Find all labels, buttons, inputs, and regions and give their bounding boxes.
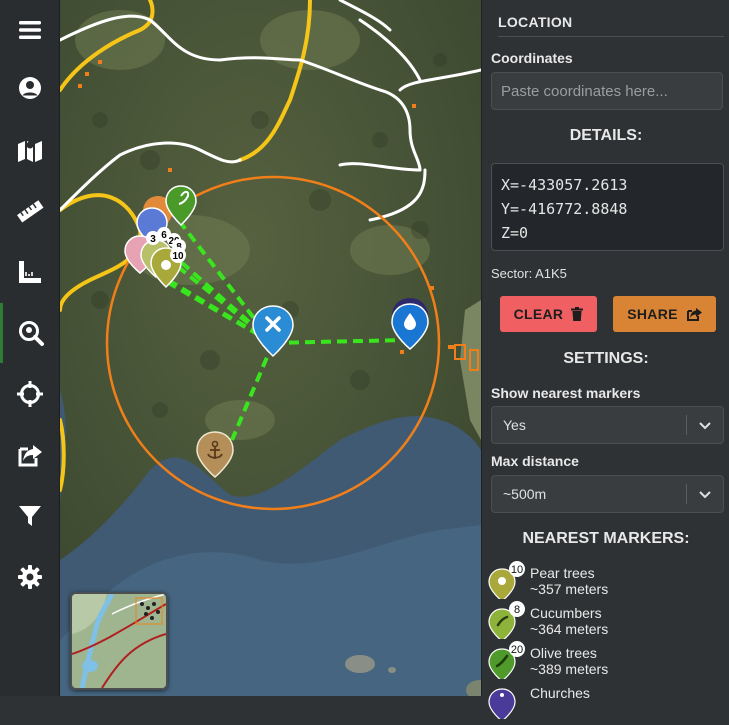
gear-icon xyxy=(17,565,42,589)
cucumber-icon: 8 xyxy=(488,601,525,639)
location-panel: LOCATION Coordinates DETAILS: X=-433057.… xyxy=(481,0,729,719)
nearest-marker-name: Cucumbers xyxy=(530,605,602,621)
ruler-icon xyxy=(16,200,44,223)
svg-text:20: 20 xyxy=(511,644,523,656)
clear-button[interactable]: CLEAR xyxy=(500,296,597,332)
coordinates-input[interactable] xyxy=(491,72,723,110)
minimap[interactable] xyxy=(70,592,168,690)
share-icon xyxy=(686,308,702,321)
crosshair-button[interactable] xyxy=(0,364,59,424)
location-heading: LOCATION xyxy=(498,14,724,37)
share-button-label: SHARE xyxy=(627,306,678,322)
menu-icon xyxy=(18,21,41,39)
show-nearest-select[interactable]: Yes xyxy=(491,406,724,444)
max-distance-select[interactable]: ~500m xyxy=(491,475,724,513)
filter-icon xyxy=(18,506,41,526)
chevron-down-icon xyxy=(699,491,711,499)
nearest-marker-name: Pear trees xyxy=(530,565,595,581)
crosshairs-icon xyxy=(16,381,43,407)
nearest-marker-distance: ~364 meters xyxy=(530,621,609,637)
map-icon xyxy=(17,141,42,162)
nearest-marker-name: Olive trees xyxy=(530,645,597,661)
user-icon xyxy=(18,77,41,99)
cluster-count-label: 3 xyxy=(150,234,156,245)
measure-angle-icon xyxy=(18,261,41,283)
map-button[interactable] xyxy=(0,120,59,180)
details-title: DETAILS: xyxy=(569,127,643,144)
svg-text:10: 10 xyxy=(511,564,523,576)
locate-button[interactable] xyxy=(0,303,59,363)
share-button[interactable]: SHARE xyxy=(613,296,716,332)
chevron-down-icon xyxy=(699,422,711,430)
sector-label: Sector: A1K5 xyxy=(491,266,567,281)
olive-icon: 20 xyxy=(488,641,525,679)
nearest-marker-item[interactable]: Churches xyxy=(482,685,729,725)
map-view[interactable]: 3 6 20 8 10 xyxy=(60,0,481,696)
cluster-count-label: 10 xyxy=(172,251,184,262)
menu-button[interactable] xyxy=(0,0,59,60)
clear-button-label: CLEAR xyxy=(513,306,564,322)
settings-button[interactable] xyxy=(0,547,59,607)
show-nearest-value: Yes xyxy=(503,417,526,433)
nearest-marker-distance: ~357 meters xyxy=(530,581,609,597)
show-nearest-label: Show nearest markers xyxy=(491,385,641,401)
svg-text:8: 8 xyxy=(514,604,520,616)
ruler-button[interactable] xyxy=(0,181,59,241)
settings-title: SETTINGS: xyxy=(563,350,649,367)
share-map-button[interactable] xyxy=(0,425,59,485)
pear-icon: 10 xyxy=(488,561,525,599)
left-toolbar xyxy=(0,0,60,696)
area-measure-button[interactable] xyxy=(0,242,59,302)
max-distance-value: ~500m xyxy=(503,486,547,502)
share-icon xyxy=(18,445,42,467)
z-coordinate: Z=0 xyxy=(501,224,529,242)
filter-button[interactable] xyxy=(0,486,59,546)
x-coordinate: X=-433057.2613 xyxy=(501,176,628,194)
search-location-icon xyxy=(19,321,44,346)
church-icon xyxy=(488,688,516,719)
nearest-markers-title: NEAREST MARKERS: xyxy=(522,530,690,547)
nearest-marker-name: Churches xyxy=(530,685,590,701)
account-button[interactable] xyxy=(0,58,59,118)
coordinates-label: Coordinates xyxy=(491,50,573,66)
coordinates-details[interactable]: X=-433057.2613 Y=-416772.8848 Z=0 xyxy=(491,163,724,251)
nearest-marker-distance: ~389 meters xyxy=(530,661,609,677)
y-coordinate: Y=-416772.8848 xyxy=(501,200,628,218)
trash-icon xyxy=(571,307,584,321)
max-distance-label: Max distance xyxy=(491,453,579,469)
cluster-count-label: 6 xyxy=(161,230,167,241)
